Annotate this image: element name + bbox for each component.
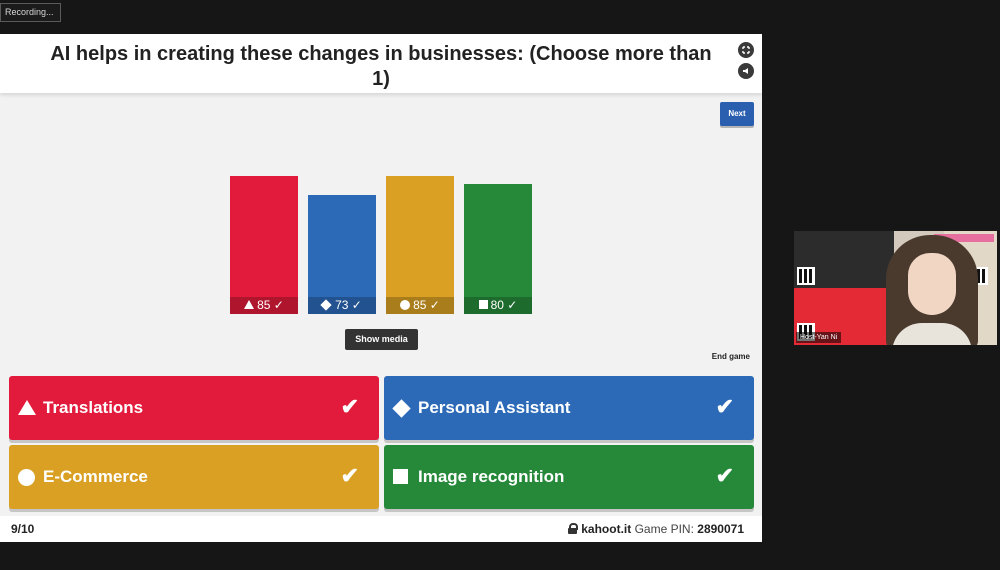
- answer-image-recognition: Image recognition ✔: [384, 445, 754, 509]
- question-header: AI helps in creating these changes in bu…: [0, 34, 762, 93]
- bar-value: 73 ✓: [335, 298, 362, 312]
- answer-label: Personal Assistant: [418, 398, 571, 417]
- next-button[interactable]: Next: [720, 102, 754, 126]
- question-title: AI helps in creating these changes in bu…: [50, 43, 712, 90]
- square-icon: [393, 469, 408, 484]
- game-footer: 9/10 kahoot.it Game PIN: 2890071: [0, 516, 762, 542]
- circle-icon: [400, 299, 411, 310]
- diamond-icon: [392, 399, 411, 418]
- bar-value-label: 73 ✓: [308, 297, 376, 314]
- fullscreen-icon[interactable]: [738, 42, 754, 58]
- answer-e-commerce: E-Commerce ✔: [9, 445, 379, 509]
- check-icon: ✔: [715, 394, 734, 419]
- kahoot-screen-share: AI helps in creating these changes in bu…: [0, 34, 762, 542]
- bar-triangle: 85 ✓: [230, 176, 298, 314]
- bar-value-label: 85 ✓: [386, 297, 454, 314]
- lock-icon: [568, 523, 579, 534]
- presenter-video: [886, 231, 978, 345]
- bar-circle: 85 ✓: [386, 176, 454, 314]
- results-bar-chart: 85 ✓ 73 ✓ 85 ✓ 80 ✓: [224, 164, 540, 314]
- bar-value-label: 80 ✓: [464, 297, 532, 314]
- webcam-video: Host-Yan Ni: [794, 231, 997, 345]
- circle-icon: [18, 469, 35, 486]
- check-icon: ✔: [340, 394, 359, 419]
- bar-value: 85 ✓: [257, 298, 284, 312]
- bar-value: 85 ✓: [413, 298, 440, 312]
- answer-label: Image recognition: [418, 467, 565, 486]
- triangle-icon: [18, 400, 36, 415]
- question-progress: 9/10: [11, 522, 35, 536]
- bar-square: 80 ✓: [464, 184, 532, 314]
- recording-indicator: Recording...: [0, 3, 61, 22]
- square-icon: [478, 300, 488, 310]
- pin-label: Game PIN:: [634, 522, 694, 536]
- answer-label: E-Commerce: [43, 467, 148, 486]
- check-icon: ✔: [715, 463, 734, 488]
- answer-label: Translations: [43, 398, 144, 417]
- check-icon: ✔: [340, 463, 359, 488]
- bar-value-label: 85 ✓: [230, 297, 298, 314]
- triangle-icon: [244, 300, 255, 310]
- answer-personal-assistant: Personal Assistant ✔: [384, 376, 754, 440]
- game-pin-info: kahoot.it Game PIN: 2890071: [568, 522, 744, 536]
- bar-value: 80 ✓: [490, 298, 518, 312]
- site-name: kahoot.it: [581, 522, 632, 536]
- qr-code-image: [797, 267, 815, 285]
- show-media-button[interactable]: Show media: [345, 329, 418, 350]
- game-pin: 2890071: [697, 522, 744, 536]
- presenter-face: [908, 253, 956, 315]
- end-game-button[interactable]: End game: [702, 352, 750, 361]
- sound-icon[interactable]: [738, 63, 754, 79]
- bar-diamond: 73 ✓: [308, 195, 376, 314]
- participant-name: Host-Yan Ni: [796, 332, 842, 343]
- answer-translations: Translations ✔: [9, 376, 379, 440]
- diamond-icon: [320, 299, 332, 311]
